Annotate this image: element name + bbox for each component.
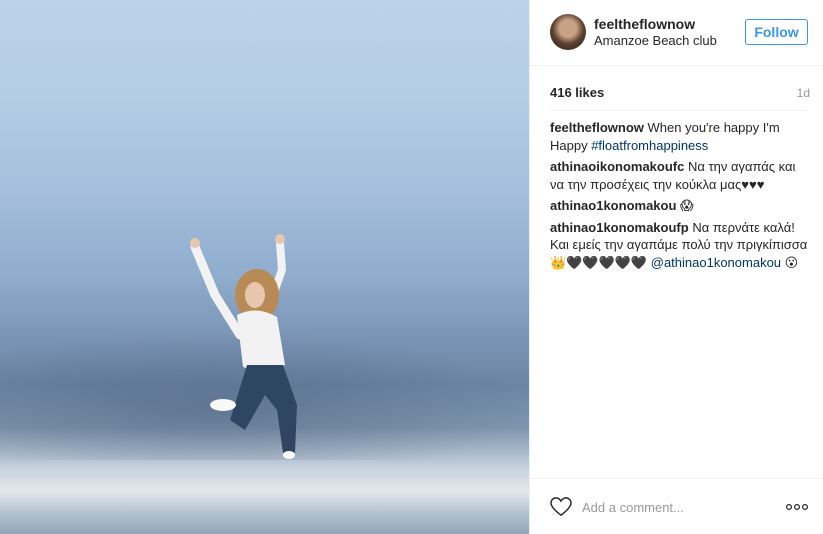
comment: athinao1konomakoufp Να περνάτε καλά! Και… [550, 219, 808, 272]
comment-author[interactable]: athinao1konomakoufp [550, 220, 689, 235]
comment-footer [530, 478, 823, 534]
comment: athinaoikonomakoufc Να την αγαπάς και να… [550, 158, 808, 193]
follow-button[interactable]: Follow [745, 19, 808, 45]
post-sidebar: feeltheflownow Amanzoe Beach club Follow… [529, 0, 823, 534]
likes-count[interactable]: 416 likes [550, 85, 604, 100]
post-photo[interactable] [0, 0, 529, 534]
more-options-icon[interactable] [786, 503, 808, 511]
comments-list: feeltheflownow When you're happy I'm Hap… [550, 119, 808, 275]
post-header: feeltheflownow Amanzoe Beach club Follow [530, 0, 823, 66]
divider [550, 110, 806, 111]
comment: athinao1konomakou 😱 [550, 197, 808, 215]
post-age[interactable]: 1d [797, 86, 810, 100]
comment-author[interactable]: athinao1konomakou [550, 198, 676, 213]
comment-text: 😱 [680, 198, 694, 213]
jumping-woman [190, 234, 297, 459]
hashtag-link[interactable]: #floatfromhappiness [591, 138, 708, 153]
post-username[interactable]: feeltheflownow [594, 16, 695, 32]
avatar[interactable] [550, 14, 586, 50]
post-stats: 416 likes 1d [550, 85, 810, 103]
heart-icon[interactable] [550, 497, 572, 517]
comment-author[interactable]: feeltheflownow [550, 120, 644, 135]
comment-author[interactable]: athinaoikonomakoufc [550, 159, 684, 174]
comment: feeltheflownow When you're happy I'm Hap… [550, 119, 808, 154]
mention-link[interactable]: @athinao1konomakou [651, 255, 781, 270]
comment-emoji: 😮 [784, 254, 799, 270]
post-location[interactable]: Amanzoe Beach club [594, 33, 717, 48]
add-comment-input[interactable] [582, 495, 762, 519]
